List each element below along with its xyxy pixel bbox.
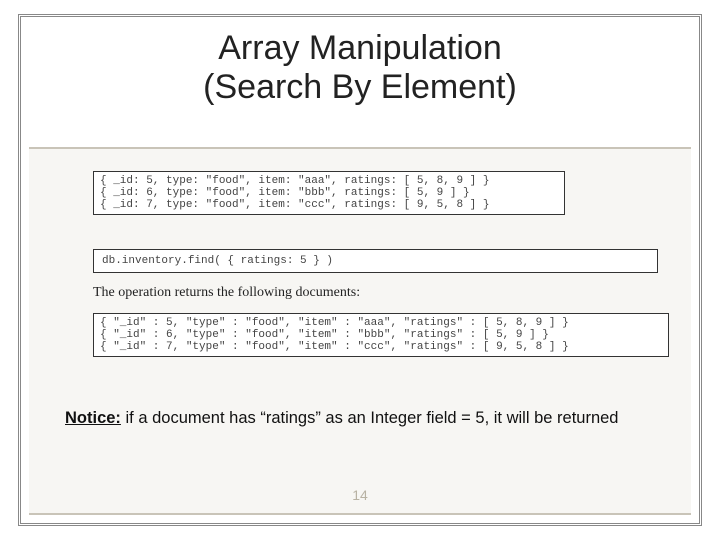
data-doc-row: { _id: 5, type: "food", item: "aaa", rat… <box>100 175 558 187</box>
sample-data-box: { _id: 5, type: "food", item: "aaa", rat… <box>93 171 565 215</box>
title-line-1: Array Manipulation <box>21 29 699 68</box>
notice-body: if a document has “ratings” as an Intege… <box>121 409 619 427</box>
notice-text: Notice: if a document has “ratings” as a… <box>65 409 618 428</box>
result-box: { "_id" : 5, "type" : "food", "item" : "… <box>93 313 669 357</box>
query-box: db.inventory.find( { ratings: 5 } ) <box>93 249 658 273</box>
query-text: db.inventory.find( { ratings: 5 } ) <box>102 255 649 267</box>
slide-title: Array Manipulation (Search By Element) <box>21 29 699 107</box>
operation-returns-text: The operation returns the following docu… <box>93 285 360 301</box>
data-doc-row: { _id: 6, type: "food", item: "bbb", rat… <box>100 187 558 199</box>
result-doc-row: { "_id" : 5, "type" : "food", "item" : "… <box>100 317 662 329</box>
result-doc-row: { "_id" : 7, "type" : "food", "item" : "… <box>100 341 662 353</box>
notice-label: Notice: <box>65 409 121 427</box>
result-doc-row: { "_id" : 6, "type" : "food", "item" : "… <box>100 329 662 341</box>
data-doc-row: { _id: 7, type: "food", item: "ccc", rat… <box>100 199 558 211</box>
page-number: 14 <box>21 487 699 503</box>
title-line-2: (Search By Element) <box>21 68 699 107</box>
slide-frame: Array Manipulation (Search By Element) {… <box>18 14 702 526</box>
